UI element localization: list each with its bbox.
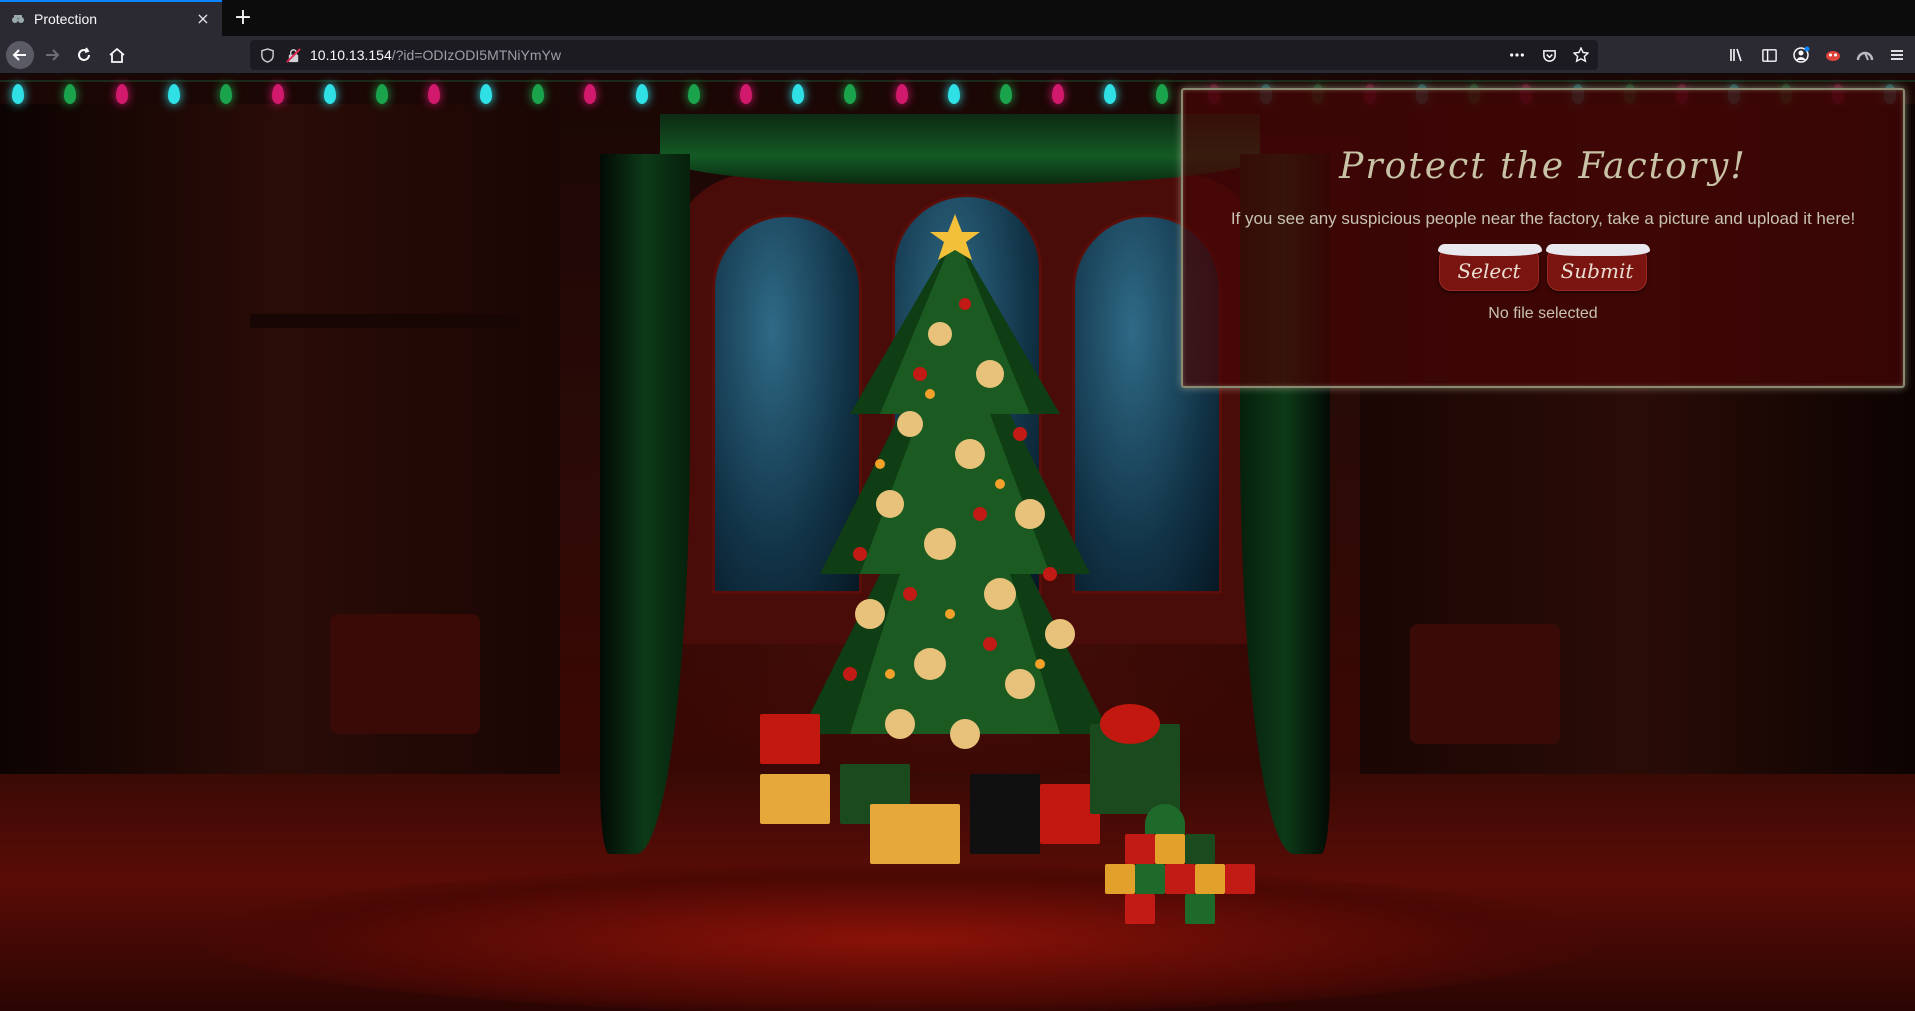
side-table-left [330, 614, 480, 734]
submit-button-label: Submit [1560, 259, 1634, 283]
forward-icon [46, 49, 60, 61]
pocket-icon[interactable] [1540, 46, 1558, 64]
tab-protection[interactable]: Protection × [0, 0, 222, 36]
light-bulb [1156, 84, 1168, 104]
light-bulb [480, 84, 492, 104]
light-bulb [12, 84, 24, 104]
extension-icon[interactable] [1821, 43, 1845, 67]
home-button[interactable] [103, 41, 131, 69]
light-bulb [948, 84, 960, 104]
side-table-right [1410, 624, 1560, 744]
tab-strip: Protection × + [0, 0, 1915, 36]
light-bulb [740, 84, 752, 104]
new-tab-button[interactable]: + [229, 4, 257, 32]
red-carpet [200, 864, 1600, 1011]
light-bulb [636, 84, 648, 104]
light-bulb [324, 84, 336, 104]
light-bulb [896, 84, 908, 104]
home-icon [109, 47, 125, 63]
shield-icon[interactable] [258, 46, 276, 64]
close-tab-icon[interactable]: × [194, 10, 212, 28]
url-text[interactable]: 10.10.13.154/?id=ODIzODI5MTNiYmYw [310, 47, 1508, 63]
page-content: Protect the Factory! If you see any susp… [0, 74, 1915, 1011]
curtain-valance [660, 114, 1260, 184]
select-button-label: Select [1457, 259, 1521, 283]
light-bulb [792, 84, 804, 104]
more-icon[interactable] [1508, 46, 1526, 64]
reload-icon [78, 47, 90, 61]
url-host: 10.10.13.154 [310, 47, 392, 63]
account-icon[interactable] [1789, 43, 1813, 67]
light-bulb [272, 84, 284, 104]
light-bulb [116, 84, 128, 104]
light-bulb [688, 84, 700, 104]
back-icon [12, 49, 26, 61]
snow-cap-decoration [1546, 244, 1650, 256]
page-title: Protect the Factory! [1339, 146, 1747, 187]
library-icon[interactable] [1725, 43, 1749, 67]
navigation-toolbar: 10.10.13.154/?id=ODIzODI5MTNiYmYw [0, 36, 1915, 74]
upload-instructions: If you see any suspicious people near th… [1230, 209, 1856, 228]
wall-shelf [250, 314, 520, 328]
address-bar[interactable]: 10.10.13.154/?id=ODIzODI5MTNiYmYw [250, 40, 1598, 70]
light-bulb [1000, 84, 1012, 104]
light-bulb [1052, 84, 1064, 104]
light-bulb [168, 84, 180, 104]
back-button[interactable] [6, 41, 34, 69]
select-file-button[interactable]: Select [1438, 244, 1542, 291]
toy-blocks [1105, 794, 1305, 994]
snow-cap-decoration [1438, 244, 1542, 256]
bookmark-star-icon[interactable] [1572, 46, 1590, 64]
light-bulb [376, 84, 388, 104]
forward-button[interactable] [38, 41, 66, 69]
light-bulb [428, 84, 440, 104]
light-bulb [1104, 84, 1116, 104]
tab-title: Protection [34, 11, 98, 27]
button-row: Select Submit [1183, 244, 1903, 291]
light-bulb [220, 84, 232, 104]
favicon-icon [10, 11, 26, 27]
curtain-left [600, 154, 690, 854]
extension-icon[interactable] [1853, 43, 1877, 67]
file-status-text: No file selected [1488, 305, 1598, 322]
menu-icon[interactable] [1885, 43, 1909, 67]
light-bulb [584, 84, 596, 104]
upload-panel: Protect the Factory! If you see any susp… [1181, 88, 1905, 388]
url-path: /?id=ODIzODI5MTNiYmYw [391, 47, 561, 63]
submit-button[interactable]: Submit [1546, 244, 1650, 291]
insecure-lock-icon[interactable] [284, 46, 302, 64]
reload-button[interactable] [70, 41, 98, 69]
light-bulb [844, 84, 856, 104]
light-bulb [64, 84, 76, 104]
room-wall-left [0, 104, 560, 884]
sidebar-icon[interactable] [1757, 43, 1781, 67]
light-bulb [532, 84, 544, 104]
